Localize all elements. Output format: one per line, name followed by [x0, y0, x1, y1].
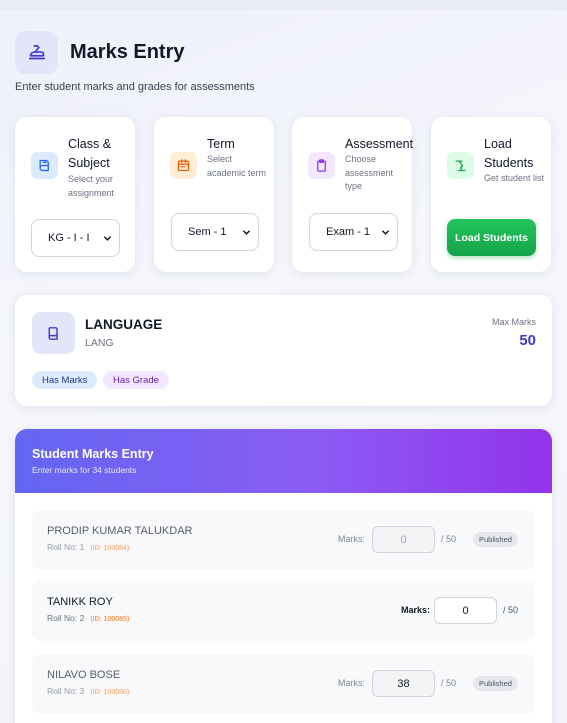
subject-name: LANGUAGE [85, 317, 163, 332]
student-meta: Roll No: 2 (ID: 100085) [47, 613, 129, 623]
load-students-card: Load Students Get student list Load Stud… [431, 117, 551, 272]
subject-code: LANG [85, 337, 114, 349]
has-marks-chip: Has Marks [32, 371, 98, 389]
marks-label: Marks: [338, 534, 365, 544]
entry-title: Student Marks Entry [32, 447, 154, 461]
subject-card: LANGUAGE LANG Max Marks 50 Has Marks Has… [15, 295, 552, 406]
step-description: Select academic term [207, 154, 267, 178]
class-subject-select[interactable]: KG - I - I [31, 219, 120, 257]
student-meta: Roll No: 3 (ID: 100086) [47, 686, 129, 696]
step-title: Class & Subject [68, 137, 112, 170]
lamp-icon [447, 152, 474, 179]
assessment-select[interactable]: Exam - 1 [309, 213, 398, 251]
roll-number: Roll No: 1 [47, 542, 85, 552]
entry-header: Student Marks Entry Enter marks for 34 s… [15, 429, 552, 493]
published-badge: Published [473, 532, 518, 547]
step-title: Assessment [345, 137, 414, 151]
page-subtitle: Enter student marks and grades for asses… [15, 81, 255, 93]
out-of-label: / 50 [441, 534, 457, 544]
entry-subtitle: Enter marks for 34 students [32, 465, 137, 475]
clipboard-icon [308, 152, 335, 179]
step-title: Load Students [484, 137, 534, 170]
calendar-icon [170, 152, 197, 179]
book-icon [32, 312, 75, 354]
chevron-down-icon [382, 229, 389, 235]
term-card: Term Select academic term Sem - 1 [154, 117, 274, 272]
step-description: Select your assignment [68, 174, 115, 198]
max-marks-label: Max Marks [491, 317, 536, 327]
student-id: (ID: 100086) [90, 689, 130, 696]
select-value: Exam - 1 [326, 226, 371, 238]
select-value: KG - I - I [48, 232, 90, 244]
page-header: Marks Entry [15, 31, 185, 74]
student-name: NILAVO BOSE [47, 669, 121, 681]
marks-label: Marks: [401, 605, 431, 615]
student-id: (ID: 100084) [90, 545, 130, 552]
roll-number: Roll No: 3 [47, 686, 85, 696]
marks-input[interactable]: 0 [434, 597, 497, 624]
load-students-button[interactable]: Load Students [447, 219, 536, 256]
marks-input[interactable]: 38 [372, 670, 435, 697]
student-meta: Roll No: 1 (ID: 100084) [47, 542, 129, 552]
has-grade-chip: Has Grade [103, 371, 169, 389]
chevron-down-icon [104, 235, 111, 241]
marks-label: Marks: [338, 678, 365, 688]
roll-number: Roll No: 2 [47, 613, 85, 623]
step-description: Choose assessment type [345, 154, 394, 191]
student-marks-entry-card: Student Marks Entry Enter marks for 34 s… [15, 429, 552, 723]
assessment-card: Assessment Choose assessment type Exam -… [292, 117, 414, 272]
term-select[interactable]: Sem - 1 [171, 213, 259, 251]
out-of-label: / 50 [503, 605, 519, 615]
max-marks-value: 50 [519, 332, 536, 349]
step-description: Get student list [484, 173, 545, 183]
book-icon [31, 152, 58, 179]
class-subject-card: Class & Subject Select your assignment K… [15, 117, 135, 272]
student-row: TANIKK ROY Roll No: 2 (ID: 100085) Marks:… [32, 581, 535, 641]
student-row: PRODIP KUMAR TALUKDAR Roll No: 1 (ID: 100… [32, 510, 535, 570]
marks-input[interactable]: 0 [372, 526, 435, 553]
out-of-label: / 50 [441, 678, 457, 688]
student-name: PRODIP KUMAR TALUKDAR [47, 525, 193, 537]
select-value: Sem - 1 [188, 226, 227, 238]
marks-entry-icon [15, 31, 58, 74]
published-badge: Published [473, 676, 518, 691]
top-bar [0, 0, 567, 10]
student-row: NILAVO BOSE Roll No: 3 (ID: 100086) Marks… [32, 654, 535, 714]
student-id: (ID: 100085) [90, 616, 130, 623]
page-title: Marks Entry [70, 41, 185, 63]
step-title: Term [207, 137, 235, 151]
student-name: TANIKK ROY [47, 596, 113, 608]
chevron-down-icon [243, 229, 250, 235]
